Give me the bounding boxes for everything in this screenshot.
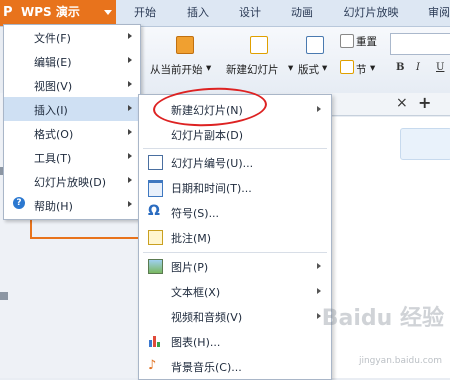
- menu-item-label: 帮助(H): [34, 200, 73, 213]
- tab-insert[interactable]: 插入: [183, 4, 213, 22]
- menu-item-edit[interactable]: 编辑(E): [4, 49, 140, 73]
- chevron-right-icon: [317, 288, 321, 294]
- tab-home[interactable]: 开始: [130, 4, 160, 22]
- submenu-item-label: 视频和音频(V): [171, 311, 243, 324]
- chevron-right-icon: [128, 81, 132, 87]
- calendar-icon: [148, 180, 163, 197]
- chevron-right-icon: [128, 33, 132, 39]
- new-slide-button[interactable]: 新建幻灯片: [226, 62, 279, 77]
- menu-separator: [143, 252, 327, 253]
- music-icon: ♪: [148, 358, 157, 373]
- submenu-item-comment[interactable]: 批注(M): [139, 225, 331, 250]
- menu-item-label: 工具(T): [34, 152, 72, 165]
- submenu-item-chart[interactable]: 图表(H)...: [139, 329, 331, 354]
- chevron-right-icon: [128, 201, 132, 207]
- menu-item-help[interactable]: ? 帮助(H): [4, 193, 140, 217]
- section-button[interactable]: 节: [356, 62, 367, 77]
- play-from-current-button[interactable]: 从当前开始: [150, 62, 203, 77]
- submenu-item-symbol[interactable]: Ω 符号(S)...: [139, 200, 331, 225]
- menu-item-label: 文件(F): [34, 32, 71, 45]
- wps-app-menu-button[interactable]: P WPS 演示: [0, 0, 116, 26]
- chevron-down-icon: [104, 10, 112, 15]
- submenu-item-background-music[interactable]: ♪ 背景音乐(C)...: [139, 354, 331, 379]
- menu-item-tools[interactable]: 工具(T): [4, 145, 140, 169]
- submenu-item-label: 幻灯片副本(D): [171, 129, 244, 142]
- comment-icon: [148, 230, 163, 245]
- tab-slideshow[interactable]: 幻灯片放映: [340, 4, 402, 22]
- menu-item-label: 编辑(E): [34, 56, 72, 69]
- layout-dropdown-arrow[interactable]: ▾: [322, 62, 327, 74]
- menu-item-label: 幻灯片放映(D): [34, 176, 107, 189]
- pane-resize-handle[interactable]: [0, 292, 8, 300]
- tab-animation[interactable]: 动画: [287, 4, 317, 22]
- new-slide-dropdown-arrow[interactable]: ▾: [288, 62, 293, 74]
- chevron-right-icon: [128, 177, 132, 183]
- slide-number-icon: [148, 155, 163, 170]
- submenu-item-label: 背景音乐(C)...: [171, 361, 242, 374]
- section-dropdown-arrow[interactable]: ▾: [370, 62, 375, 74]
- menu-item-view[interactable]: 视图(V): [4, 73, 140, 97]
- tab-review[interactable]: 审阅: [424, 4, 450, 22]
- tab-design[interactable]: 设计: [235, 4, 265, 22]
- submenu-item-textbox[interactable]: 文本框(X): [139, 279, 331, 304]
- insert-submenu: 新建幻灯片(N) 幻灯片副本(D) 幻灯片编号(U)... 日期和时间(T)..…: [138, 94, 332, 380]
- submenu-item-label: 日期和时间(T)...: [171, 182, 252, 195]
- layout-button[interactable]: 版式: [298, 62, 319, 77]
- wps-main-menu: 文件(F) 编辑(E) 视图(V) 插入(I) 格式(O) 工具(T) 幻灯片放…: [3, 24, 141, 220]
- app-title: WPS 演示: [21, 5, 80, 19]
- chart-icon: [148, 334, 161, 347]
- submenu-item-label: 文本框(X): [171, 286, 221, 299]
- reset-button[interactable]: 重置: [356, 34, 377, 49]
- submenu-item-label: 批注(M): [171, 232, 212, 245]
- underline-button[interactable]: U: [436, 62, 444, 73]
- submenu-item-label: 图片(P): [171, 261, 209, 274]
- menu-item-label: 格式(O): [34, 128, 74, 141]
- menu-item-insert[interactable]: 插入(I): [4, 97, 140, 121]
- menu-item-file[interactable]: 文件(F): [4, 25, 140, 49]
- section-icon[interactable]: [340, 60, 354, 74]
- play-dropdown-arrow[interactable]: ▾: [206, 62, 211, 74]
- chevron-right-icon: [317, 106, 321, 112]
- bold-button[interactable]: B: [396, 62, 404, 73]
- baidu-watermark-url: jingyan.baidu.com: [358, 356, 442, 366]
- font-name-input[interactable]: [390, 33, 450, 55]
- reset-icon[interactable]: [340, 34, 354, 48]
- menu-item-format[interactable]: 格式(O): [4, 121, 140, 145]
- play-from-current-icon[interactable]: [176, 36, 194, 54]
- chevron-right-icon: [128, 105, 132, 111]
- chevron-right-icon: [317, 313, 321, 319]
- close-tab-icon[interactable]: ×: [396, 95, 408, 111]
- chevron-right-icon: [128, 153, 132, 159]
- slide-placeholder[interactable]: [400, 128, 450, 160]
- submenu-item-label: 幻灯片编号(U)...: [171, 157, 254, 170]
- chevron-right-icon: [128, 129, 132, 135]
- submenu-item-video-audio[interactable]: 视频和音频(V): [139, 304, 331, 329]
- menu-item-slideshow[interactable]: 幻灯片放映(D): [4, 169, 140, 193]
- help-icon: ?: [13, 197, 25, 209]
- chevron-right-icon: [317, 263, 321, 269]
- submenu-item-slide-number[interactable]: 幻灯片编号(U)...: [139, 150, 331, 175]
- add-tab-icon[interactable]: +: [418, 93, 431, 112]
- submenu-item-duplicate-slide[interactable]: 幻灯片副本(D): [139, 122, 331, 147]
- omega-icon: Ω: [148, 203, 160, 219]
- menu-item-label: 视图(V): [34, 80, 73, 93]
- layout-icon[interactable]: [306, 36, 324, 54]
- submenu-item-label: 图表(H)...: [171, 336, 221, 349]
- italic-button[interactable]: I: [416, 62, 420, 73]
- wps-logo-icon: P: [3, 5, 13, 20]
- submenu-item-picture[interactable]: 图片(P): [139, 254, 331, 279]
- submenu-item-label: 符号(S)...: [171, 207, 220, 220]
- menu-separator: [143, 148, 327, 149]
- menu-item-label: 插入(I): [34, 104, 68, 117]
- baidu-watermark: Baidu 经验: [321, 306, 444, 331]
- submenu-item-date-time[interactable]: 日期和时间(T)...: [139, 175, 331, 200]
- chevron-right-icon: [128, 57, 132, 63]
- picture-icon: [148, 259, 163, 274]
- new-slide-icon[interactable]: [250, 36, 268, 54]
